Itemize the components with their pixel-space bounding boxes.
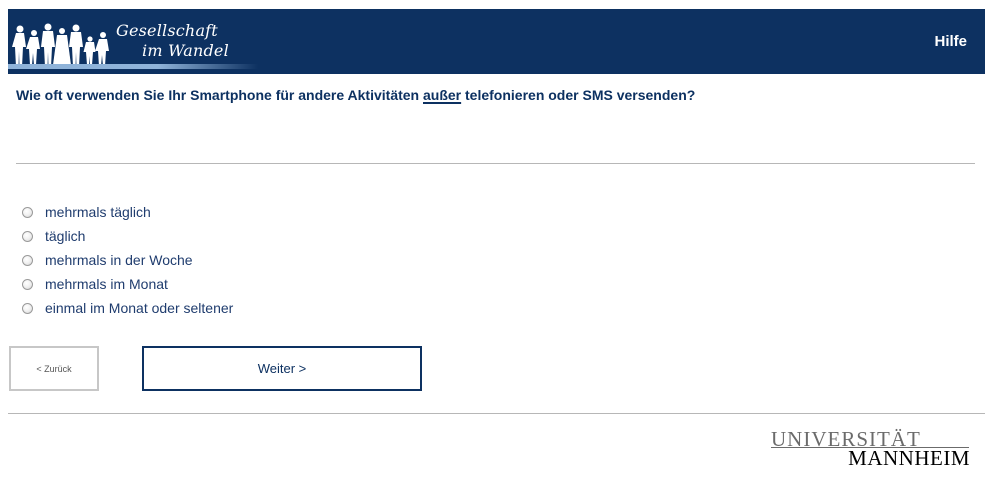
answer-option-label[interactable]: mehrmals in der Woche (45, 252, 193, 268)
answer-option-label[interactable]: mehrmals im Monat (45, 276, 168, 292)
logo-line-2: im Wandel (142, 41, 229, 60)
answer-option[interactable]: einmal im Monat oder seltener (20, 296, 233, 320)
answer-option-label[interactable]: einmal im Monat oder seltener (45, 300, 233, 316)
question-text: Wie oft verwenden Sie Ihr Smartphone für… (16, 86, 976, 104)
university-logo-line-2: MANNHEIM (848, 446, 970, 470)
logo-line-1: Gesellschaft (116, 21, 218, 40)
answer-option[interactable]: täglich (20, 224, 233, 248)
answer-option[interactable]: mehrmals in der Woche (20, 248, 233, 272)
university-logo: UNIVERSITÄT MANNHEIM (768, 428, 972, 470)
question-emphasis: außer (423, 87, 462, 103)
radio-button[interactable] (22, 206, 33, 218)
help-link[interactable]: Hilfe (934, 33, 967, 50)
question-text-after: telefonieren oder SMS versenden? (461, 87, 696, 103)
answer-option[interactable]: mehrmals täglich (20, 200, 233, 224)
back-button[interactable]: < Zurück (9, 346, 99, 391)
answer-option[interactable]: mehrmals im Monat (20, 272, 233, 296)
radio-button[interactable] (22, 278, 33, 290)
header-bar: Gesellschaft im Wandel Hilfe (8, 9, 985, 74)
radio-button[interactable] (22, 302, 33, 314)
question-text-before: Wie oft verwenden Sie Ihr Smartphone für… (16, 87, 423, 103)
logo-wordmark: Gesellschaft im Wandel (116, 21, 229, 61)
survey-page: Gesellschaft im Wandel Hilfe Wie oft ver… (0, 0, 994, 487)
answer-option-label[interactable]: mehrmals täglich (45, 204, 151, 220)
answer-option-label[interactable]: täglich (45, 228, 85, 244)
radio-button[interactable] (22, 254, 33, 266)
divider-bottom (8, 413, 985, 414)
next-button[interactable]: Weiter > (142, 346, 422, 391)
answer-options: mehrmals täglich täglich mehrmals in der… (20, 200, 233, 320)
radio-button[interactable] (22, 230, 33, 242)
divider-top (16, 163, 975, 164)
header-stripe (8, 64, 258, 69)
